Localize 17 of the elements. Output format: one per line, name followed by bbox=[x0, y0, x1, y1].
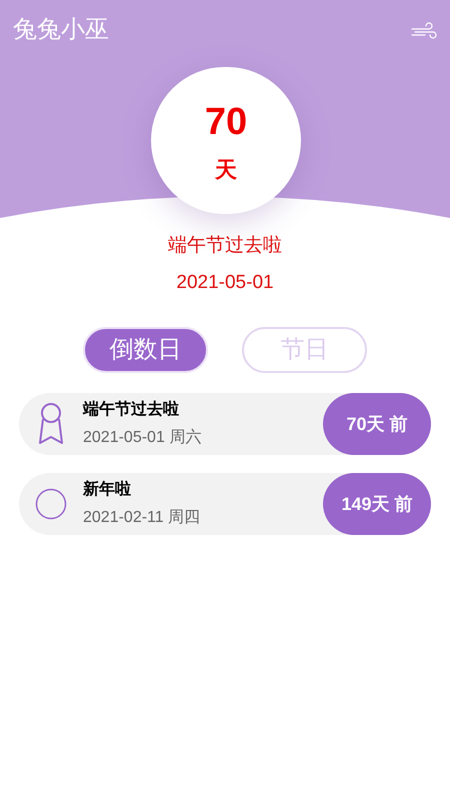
days-badge: 149天 前 bbox=[323, 473, 431, 535]
wind-icon[interactable] bbox=[411, 20, 437, 40]
day-unit: 天 bbox=[215, 156, 237, 184]
days-badge: 70天 前 bbox=[323, 393, 431, 455]
event-date: 2021-05-01 周六 bbox=[83, 428, 202, 448]
day-count: 70 bbox=[204, 103, 248, 141]
event-title: 端午节过去啦 bbox=[83, 400, 180, 420]
event-date: 2021-02-11 周四 bbox=[83, 508, 202, 528]
app-title: 兔兔小巫 bbox=[13, 15, 109, 45]
tab[interactable]: 倒数日 bbox=[83, 327, 208, 373]
ribbon-icon bbox=[38, 402, 64, 446]
event-title: 新年啦 bbox=[83, 479, 132, 500]
event-date: 2021-05-01 bbox=[176, 270, 274, 294]
event-card[interactable]: 端午节过去啦 2021-05-01 周六 70天 前 bbox=[19, 393, 431, 455]
event-card[interactable]: 新年啦 2021-02-11 周四 149天 前 bbox=[19, 473, 431, 535]
event-name: 端午节过去啦 bbox=[168, 234, 282, 258]
circle-icon bbox=[35, 488, 67, 520]
